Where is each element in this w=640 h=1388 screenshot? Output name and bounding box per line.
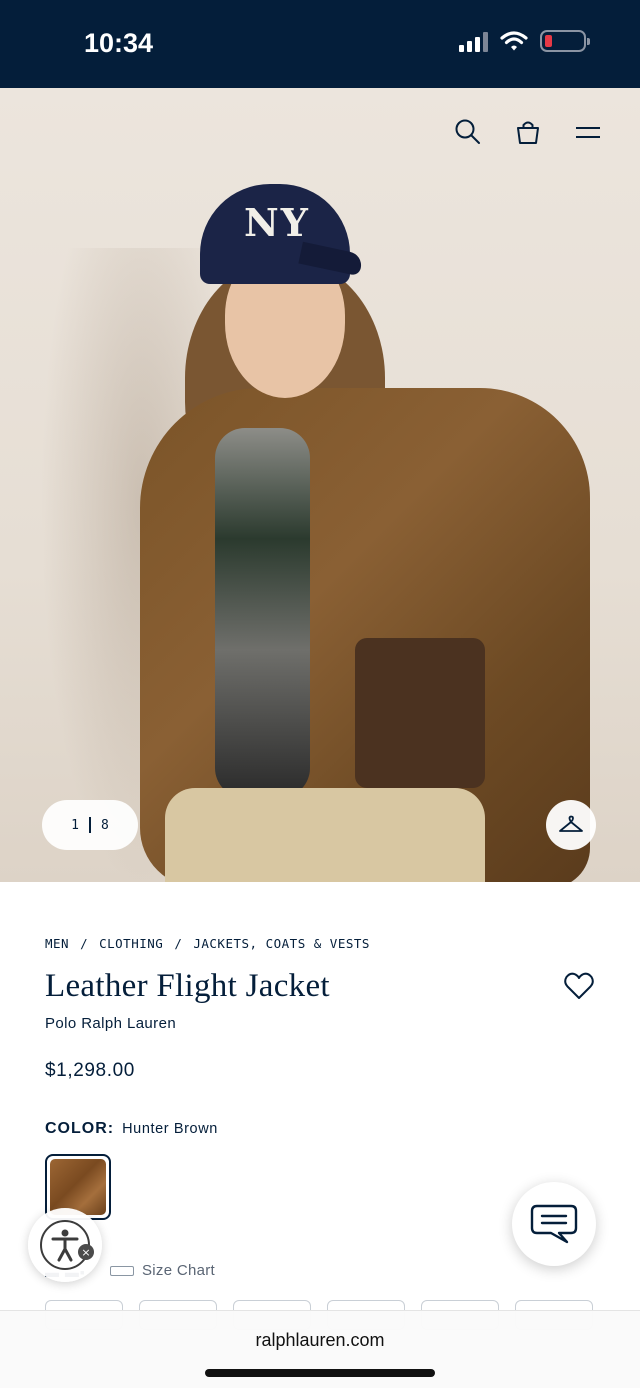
breadcrumb-men[interactable]: MEN [45, 936, 69, 951]
pager-divider [89, 817, 91, 833]
browser-url-bar[interactable]: ralphlauren.com [0, 1310, 640, 1388]
color-label: COLOR: [45, 1120, 115, 1137]
gallery-pager[interactable]: 1 8 [42, 800, 138, 850]
pager-total: 8 [101, 817, 109, 833]
breadcrumb-jackets[interactable]: JACKETS, COATS & VESTS [193, 936, 370, 951]
color-value: Hunter Brown [122, 1121, 218, 1137]
url-text[interactable]: ralphlauren.com [0, 1330, 640, 1351]
breadcrumb-clothing[interactable]: CLOTHING [99, 936, 163, 951]
menu-icon[interactable] [572, 116, 604, 148]
product-price: $1,298.00 [45, 1060, 135, 1081]
status-bar: 10:34 [0, 0, 640, 88]
search-icon[interactable] [452, 116, 484, 148]
accessibility-button[interactable]: × [28, 1208, 102, 1282]
wifi-icon [500, 31, 528, 51]
close-icon[interactable]: × [78, 1244, 94, 1260]
shopping-bag-icon[interactable] [512, 116, 544, 148]
product-brand[interactable]: Polo Ralph Lauren [45, 1015, 176, 1032]
size-chart-link[interactable]: Size Chart [110, 1262, 215, 1279]
cellular-signal-icon [459, 30, 488, 52]
chat-bubble-icon[interactable] [512, 1182, 596, 1266]
product-title: Leather Flight Jacket [45, 968, 330, 1004]
product-image[interactable]: NY [0, 88, 640, 882]
status-time: 10:34 [84, 28, 154, 58]
home-indicator[interactable] [205, 1369, 435, 1377]
size-chart-label: Size Chart [142, 1262, 216, 1279]
color-row: COLOR: Hunter Brown [45, 1120, 218, 1138]
breadcrumb: MEN / CLOTHING / JACKETS, COATS & VESTS [45, 936, 370, 951]
battery-low-icon [540, 30, 590, 52]
heart-outline-icon[interactable] [562, 970, 596, 1002]
cap-logo: NY [244, 200, 310, 245]
hanger-icon[interactable] [546, 800, 596, 850]
pager-current: 1 [71, 817, 79, 833]
breadcrumb-separator: / [174, 936, 183, 951]
breadcrumb-separator: / [80, 936, 89, 951]
ruler-icon [110, 1265, 134, 1276]
status-icons [459, 30, 590, 52]
